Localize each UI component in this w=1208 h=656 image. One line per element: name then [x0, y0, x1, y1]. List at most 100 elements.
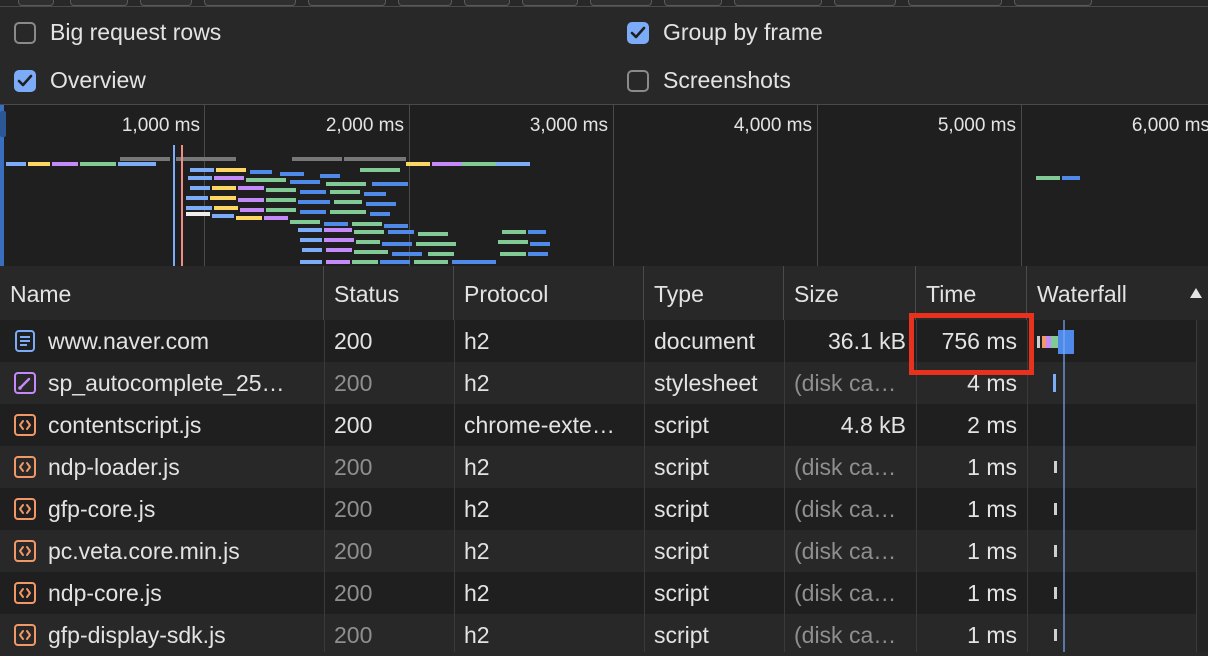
column-header-protocol[interactable]: Protocol — [454, 266, 644, 320]
overview-resize-handle[interactable] — [0, 111, 6, 137]
screenshots-option[interactable]: Screenshots — [627, 67, 791, 94]
overview-request-segment — [302, 248, 322, 252]
request-name[interactable]: www.naver.com — [38, 320, 322, 362]
big-request-rows-checkbox[interactable] — [14, 21, 36, 44]
request-protocol: h2 — [464, 622, 490, 648]
overview-request-segment — [236, 216, 262, 220]
network-settings-panel: Big request rows Group by frame Overview… — [0, 7, 1208, 105]
toolbar-button[interactable] — [464, 0, 510, 6]
request-type: script — [654, 580, 709, 606]
toolbar-button[interactable] — [664, 0, 722, 6]
request-protocol: h2 — [464, 496, 490, 522]
overview-request-segment — [324, 222, 348, 226]
overview-request-segment — [1036, 176, 1060, 180]
checkmark-icon — [630, 26, 646, 38]
overview-option[interactable]: Overview — [14, 67, 146, 94]
column-divider — [454, 320, 455, 652]
request-time: 1 ms — [967, 538, 1017, 564]
overview-request-segment — [462, 162, 496, 166]
toolbar-button[interactable] — [834, 0, 896, 6]
overview-request-segment — [266, 198, 296, 202]
big-request-rows-option[interactable]: Big request rows — [14, 19, 221, 46]
toolbar-button[interactable] — [398, 0, 452, 6]
overview-request-segment — [354, 230, 384, 234]
request-name[interactable]: gfp-display-sdk.js — [38, 614, 322, 656]
toolbar-button[interactable] — [522, 0, 578, 6]
request-name[interactable]: ndp-loader.js — [38, 446, 322, 488]
overview-request-segment — [384, 224, 408, 228]
request-name[interactable]: sp_autocomplete_25… — [38, 362, 322, 404]
overview-request-segment — [186, 206, 212, 210]
overview-request-segment — [498, 240, 528, 244]
overview-request-segment — [266, 188, 296, 192]
column-header-type[interactable]: Type — [644, 266, 784, 320]
overview-request-segment — [372, 182, 408, 186]
timeline-tick-label: 6,000 ms — [1131, 115, 1208, 136]
overview-request-segment — [502, 230, 526, 234]
checkmark-icon — [17, 74, 33, 86]
overview-request-segment — [300, 260, 322, 264]
request-time: 1 ms — [967, 454, 1017, 480]
request-status: 200 — [334, 328, 373, 354]
toolbar-button[interactable] — [1014, 0, 1092, 6]
overview-request-segment — [298, 200, 330, 204]
column-divider — [324, 320, 325, 652]
overview-request-segment — [528, 230, 546, 234]
overview-request-segment — [186, 196, 208, 200]
request-name[interactable]: contentscript.js — [38, 404, 322, 446]
toolbar-button[interactable] — [70, 0, 128, 6]
overview-request-segment — [392, 252, 422, 256]
group-by-frame-option[interactable]: Group by frame — [627, 19, 823, 46]
overview-request-segment — [118, 162, 156, 166]
overview-request-segment — [298, 228, 322, 232]
overview-request-segment — [320, 174, 340, 178]
toolbar-button[interactable] — [734, 0, 822, 6]
overview-request-segment — [238, 198, 264, 202]
overview-checkbox[interactable] — [14, 69, 36, 92]
screenshots-checkbox[interactable] — [627, 69, 649, 92]
column-header-waterfall-label: Waterfall — [1037, 281, 1127, 307]
overview-request-segment — [496, 162, 530, 166]
request-status: 200 — [334, 622, 373, 648]
overview-request-segment — [334, 200, 362, 204]
column-header-name[interactable]: Name — [0, 266, 324, 320]
overview-request-segment — [366, 202, 396, 206]
waterfall-bar — [1027, 530, 1195, 572]
timeline-tick-label: 3,000 ms — [529, 115, 608, 136]
overview-request-segment — [428, 252, 454, 256]
toolbar-button[interactable] — [140, 0, 192, 6]
toolbar-button[interactable] — [590, 0, 652, 6]
big-request-rows-label: Big request rows — [50, 19, 222, 45]
toolbar-button[interactable] — [18, 0, 54, 6]
column-header-status[interactable]: Status — [324, 266, 454, 320]
overview-timeline[interactable]: 1,000 ms 2,000 ms 3,000 ms 4,000 ms 5,00… — [0, 105, 1208, 267]
overview-request-segment — [214, 206, 238, 210]
request-type: document — [654, 328, 756, 354]
table-scrollbar[interactable] — [1196, 320, 1208, 652]
toolbar-button[interactable] — [908, 0, 1002, 6]
request-type: script — [654, 496, 709, 522]
column-header-size[interactable]: Size — [784, 266, 916, 320]
request-size: (disk ca… — [794, 454, 897, 480]
overview-request-segment — [264, 216, 288, 220]
waterfall-bar — [1027, 614, 1195, 656]
group-by-frame-checkbox[interactable] — [627, 21, 649, 44]
toolbar-button[interactable] — [204, 0, 296, 6]
overview-request-segment — [326, 248, 352, 252]
script-icon — [14, 540, 36, 562]
column-header-time[interactable]: Time — [916, 266, 1027, 320]
overview-request-segment — [356, 240, 380, 244]
request-name[interactable]: ndp-core.js — [38, 572, 322, 614]
timeline-gridline — [613, 105, 614, 266]
timeline-tick-label: 5,000 ms — [937, 115, 1016, 136]
column-header-waterfall[interactable]: Waterfall — [1027, 266, 1208, 320]
overview-request-segment — [416, 242, 456, 246]
request-name[interactable]: gfp-core.js — [38, 488, 322, 530]
waterfall-bar — [1027, 572, 1195, 614]
overview-request-segment — [352, 260, 378, 264]
overview-request-segment — [326, 182, 366, 186]
request-name[interactable]: pc.veta.core.min.js — [38, 530, 322, 572]
overview-request-segment — [300, 190, 326, 194]
sort-ascending-icon[interactable] — [1189, 287, 1203, 299]
toolbar-button[interactable] — [308, 0, 386, 6]
